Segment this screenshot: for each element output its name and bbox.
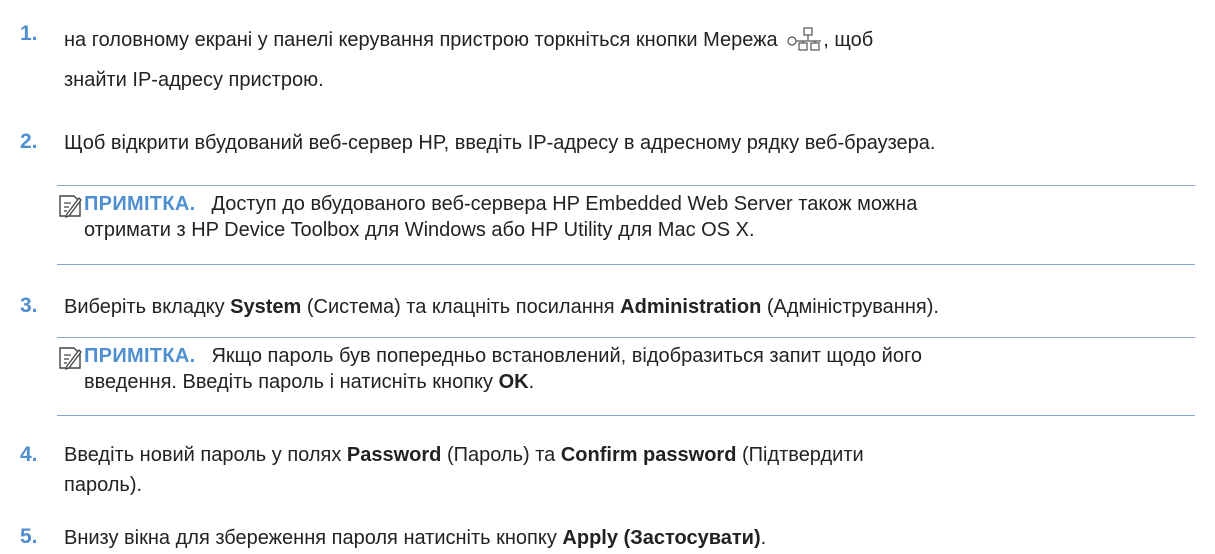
note-line: Якщо пароль був попередньо встановлений,…: [211, 345, 922, 367]
step-text: Щоб відкрити вбудований веб-сервер HP, в…: [64, 132, 936, 154]
step-text-part: , щоб: [823, 29, 874, 51]
network-icon: [787, 27, 822, 51]
step-number: 3.: [20, 294, 38, 317]
step-text: Внизу вікна для збереження пароля натисн…: [64, 522, 1185, 554]
note-box-2: ПРИМІТКА. Якщо пароль був попередньо вста…: [57, 337, 1195, 416]
step-number: 5.: [20, 525, 38, 548]
ui-term: OK: [498, 371, 529, 393]
step-text-part: (Підтвердити: [736, 444, 864, 466]
note-label: ПРИМІТКА.: [84, 345, 196, 367]
step-text-part: на головному екрані у панелі керування п…: [64, 29, 784, 51]
note-icon: [59, 347, 82, 371]
ui-term: Administration: [620, 296, 762, 318]
step-text-part: (Пароль) та: [441, 444, 561, 466]
step-number: 1.: [20, 22, 38, 45]
step-text-part: Внизу вікна для збереження пароля натисн…: [64, 527, 563, 549]
step-text-part: Виберіть вкладку: [64, 296, 231, 318]
step-text-part: .: [760, 527, 767, 549]
step-text-part: (Адміністрування).: [761, 296, 939, 318]
ui-term: System: [230, 296, 302, 318]
step-text-part: (Система) та клацніть посилання: [301, 296, 621, 318]
step-text-part: пароль).: [64, 474, 143, 496]
step-number: 2.: [20, 130, 38, 153]
note-icon: [59, 195, 82, 219]
note-text: ПРИМІТКА. Доступ до вбудованого веб-серве…: [84, 191, 1185, 243]
note-box-1: ПРИМІТКА. Доступ до вбудованого веб-серве…: [57, 185, 1195, 265]
step-text-part: знайти IP-адресу пристрою.: [64, 69, 324, 91]
note-line: отримати з HP Device Toolbox для Windows…: [84, 219, 755, 241]
note-line: .: [528, 371, 535, 393]
step-text: Введіть новий пароль у полях Password (П…: [64, 440, 1185, 500]
step-text: Виберіть вкладку System (Система) та кла…: [64, 291, 1185, 323]
note-label: ПРИМІТКА.: [84, 193, 196, 215]
step-text: на головному екрані у панелі керування п…: [64, 24, 1185, 96]
note-line: Доступ до вбудованого веб-сервера HP Emb…: [211, 193, 918, 215]
note-text: ПРИМІТКА. Якщо пароль був попередньо вста…: [84, 343, 1185, 395]
ui-term: Password: [346, 444, 442, 466]
ui-term: Confirm password: [560, 444, 737, 466]
step-number: 4.: [20, 443, 38, 466]
note-line: введення. Введіть пароль і натисніть кно…: [84, 371, 499, 393]
step-text-part: Введіть новий пароль у полях: [64, 444, 347, 466]
ui-term: Apply (Застосувати): [562, 527, 761, 549]
